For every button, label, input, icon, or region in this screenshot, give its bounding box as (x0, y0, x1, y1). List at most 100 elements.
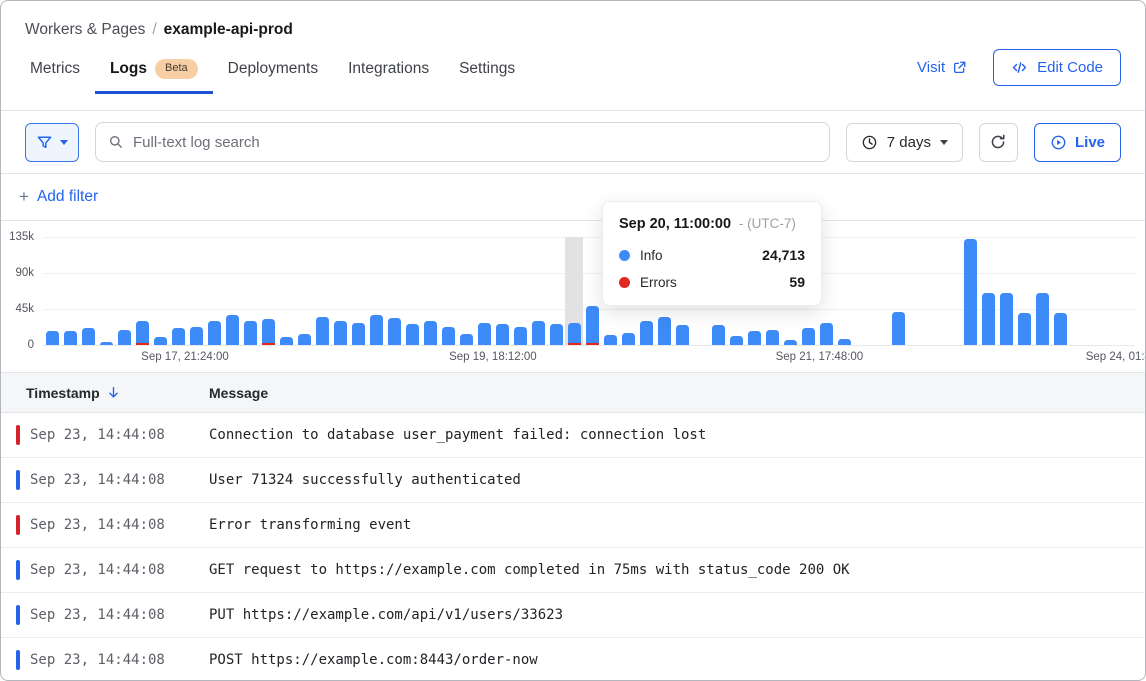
chart-bar[interactable] (568, 323, 581, 345)
chart-bar[interactable] (190, 327, 203, 345)
chart-bar[interactable] (406, 324, 419, 345)
chart-bar[interactable] (712, 325, 725, 345)
chart-bar[interactable] (46, 331, 59, 345)
chart-plot-area[interactable]: Sep 17, 21:24:00Sep 19, 18:12:00Sep 21, … (43, 237, 1135, 345)
chart-bar[interactable] (316, 317, 329, 345)
chart-bar-slot[interactable] (61, 237, 79, 345)
chart-bar-slot[interactable] (962, 237, 980, 345)
chart-bar-slot[interactable] (854, 237, 872, 345)
chart-bar[interactable] (802, 328, 815, 345)
chart-bar[interactable] (532, 321, 545, 345)
chart-bar-slot[interactable] (331, 237, 349, 345)
chart-bar[interactable] (280, 337, 293, 345)
chart-bar-slot[interactable] (872, 237, 890, 345)
chart-bar[interactable] (820, 323, 833, 345)
chart-bar-slot[interactable] (295, 237, 313, 345)
chart-bar[interactable] (262, 319, 275, 345)
chart-bar[interactable] (784, 340, 797, 345)
chart-bar[interactable] (352, 323, 365, 345)
chart-bar[interactable] (658, 317, 671, 345)
chart-bar-slot[interactable] (836, 237, 854, 345)
search-box[interactable] (95, 122, 830, 162)
chart-bar-slot[interactable] (43, 237, 61, 345)
chart-bar-slot[interactable] (944, 237, 962, 345)
chart-bar-slot[interactable] (133, 237, 151, 345)
chart-bar-slot[interactable] (205, 237, 223, 345)
add-filter-button[interactable]: + Add filter (19, 187, 98, 207)
chart-bar[interactable] (892, 312, 905, 345)
table-row[interactable]: Sep 23, 14:44:08User 71324 successfully … (1, 458, 1145, 503)
chart-bar[interactable] (442, 327, 455, 345)
tab-settings[interactable]: Settings (444, 49, 530, 93)
table-row[interactable]: Sep 23, 14:44:08Error transforming event (1, 503, 1145, 548)
chart-bar[interactable] (64, 331, 77, 345)
chart-bar[interactable] (424, 321, 437, 345)
chart-bar[interactable] (154, 337, 167, 345)
visit-link[interactable]: Visit (917, 59, 967, 76)
chart-bar[interactable] (982, 293, 995, 345)
chart-bar[interactable] (640, 321, 653, 345)
chart-bar[interactable] (964, 239, 977, 345)
chart-bar-slot[interactable] (998, 237, 1016, 345)
chart-bar[interactable] (370, 315, 383, 345)
table-row[interactable]: Sep 23, 14:44:08POST https://example.com… (1, 638, 1145, 681)
chart-bar[interactable] (118, 330, 131, 345)
chart-bar-slot[interactable] (475, 237, 493, 345)
chart-bar[interactable] (100, 342, 113, 345)
chart-bar-slot[interactable] (493, 237, 511, 345)
chart-bar-slot[interactable] (349, 237, 367, 345)
chart-bar[interactable] (676, 325, 689, 345)
chart-bar[interactable] (334, 321, 347, 345)
chart-bar-slot[interactable] (79, 237, 97, 345)
chart-bar-slot[interactable] (457, 237, 475, 345)
chart-bar-slot[interactable] (241, 237, 259, 345)
chart-bar[interactable] (226, 315, 239, 345)
time-range-dropdown[interactable]: 7 days (846, 123, 963, 162)
chart-bar-slot[interactable] (187, 237, 205, 345)
chart-bar-slot[interactable] (980, 237, 998, 345)
chart-bar-slot[interactable] (277, 237, 295, 345)
chart-bar[interactable] (1054, 313, 1067, 345)
chart-bar-slot[interactable] (223, 237, 241, 345)
chart-bar[interactable] (586, 306, 599, 345)
chart-bar[interactable] (1018, 313, 1031, 345)
chart-bar-slot[interactable] (439, 237, 457, 345)
chart-bar-slot[interactable] (169, 237, 187, 345)
chart-bar[interactable] (136, 321, 149, 345)
chart-bar[interactable] (1000, 293, 1013, 345)
tab-integrations[interactable]: Integrations (333, 49, 444, 93)
chart-bar-slot[interactable] (565, 237, 583, 345)
edit-code-button[interactable]: Edit Code (993, 49, 1121, 86)
chart-bar[interactable] (622, 333, 635, 345)
chart-bar-slot[interactable] (403, 237, 421, 345)
table-row[interactable]: Sep 23, 14:44:08Connection to database u… (1, 413, 1145, 458)
chart-bar[interactable] (838, 339, 851, 345)
chart-bar[interactable] (208, 321, 221, 345)
chart-bar[interactable] (460, 334, 473, 345)
chart-bar[interactable] (514, 327, 527, 345)
chart-bar-slot[interactable] (421, 237, 439, 345)
chart-bar-slot[interactable] (908, 237, 926, 345)
log-search-input[interactable] (133, 134, 817, 151)
chart-bar-slot[interactable] (926, 237, 944, 345)
chart-bar-slot[interactable] (511, 237, 529, 345)
chart-bar[interactable] (748, 331, 761, 345)
chart-bar[interactable] (766, 330, 779, 345)
chart-bar-slot[interactable] (151, 237, 169, 345)
chart-bar[interactable] (82, 328, 95, 345)
chart-bar-slot[interactable] (1052, 237, 1070, 345)
chart-bar-slot[interactable] (890, 237, 908, 345)
chart-bar-slot[interactable] (385, 237, 403, 345)
tab-metrics[interactable]: Metrics (15, 49, 95, 93)
chart-bar[interactable] (730, 336, 743, 345)
chart-bar[interactable] (298, 334, 311, 345)
chart-bar[interactable] (478, 323, 491, 345)
tab-logs[interactable]: LogsBeta (95, 49, 213, 93)
chart-bar[interactable] (172, 328, 185, 345)
table-row[interactable]: Sep 23, 14:44:08PUT https://example.com/… (1, 593, 1145, 638)
tab-deployments[interactable]: Deployments (213, 49, 333, 93)
chart-bar[interactable] (496, 324, 509, 345)
chart-bar-slot[interactable] (1034, 237, 1052, 345)
chart-bar-slot[interactable] (1016, 237, 1034, 345)
chart-bar-slot[interactable] (97, 237, 115, 345)
